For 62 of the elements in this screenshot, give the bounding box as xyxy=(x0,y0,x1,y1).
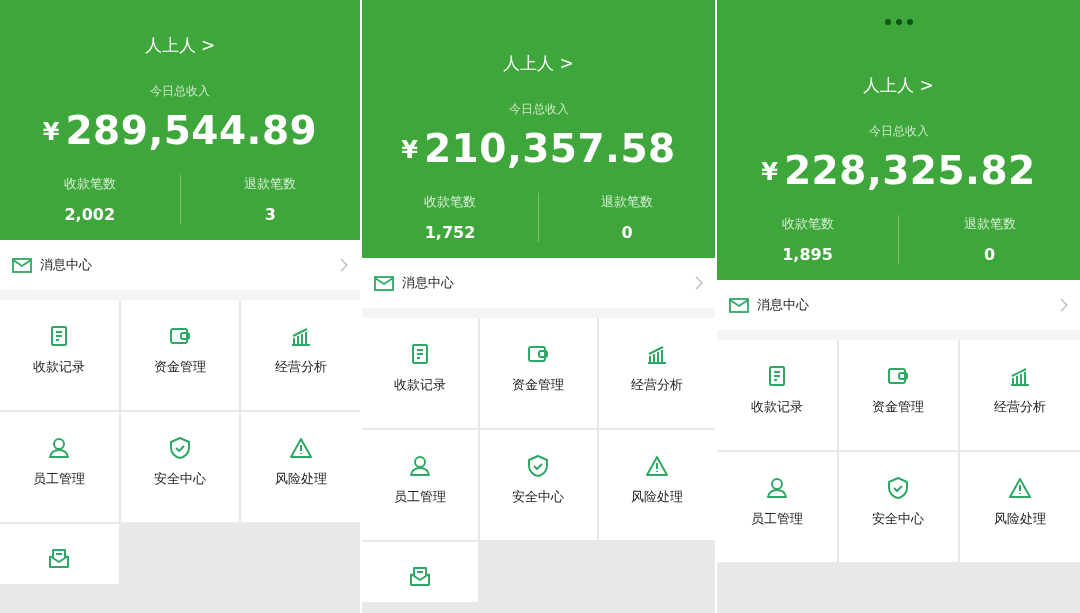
menu-tile[interactable]: 经营分析 xyxy=(241,300,360,410)
income-amount: 228,325.82 xyxy=(784,148,1036,193)
currency-symbol: ¥ xyxy=(42,118,60,146)
warning-icon xyxy=(288,436,313,460)
shield-icon xyxy=(526,454,551,478)
menu-tile[interactable]: 安全中心 xyxy=(480,430,597,540)
warning-icon xyxy=(1008,476,1033,500)
menu-tile[interactable]: 收款记录 xyxy=(717,340,837,450)
income-amount: 289,544.89 xyxy=(65,108,318,153)
stat-value: 0 xyxy=(983,245,996,264)
stat-label: 收款笔数 xyxy=(63,175,116,193)
menu-tile[interactable]: 安全中心 xyxy=(120,412,240,522)
currency-symbol: ¥ xyxy=(761,158,778,186)
menu-tile[interactable]: 资金管理 xyxy=(838,340,959,450)
open-envelope-icon xyxy=(47,546,72,570)
envelope-icon xyxy=(374,275,394,291)
menu-tile[interactable] xyxy=(0,524,119,584)
shield-icon xyxy=(886,476,911,500)
menu-tile[interactable]: 员工管理 xyxy=(0,412,119,522)
open-envelope-icon xyxy=(408,564,433,588)
income-label: 今日总收入 xyxy=(150,83,210,100)
stat-label: 收款笔数 xyxy=(424,193,476,211)
chevron-icon xyxy=(695,276,703,290)
stat-label: 退款笔数 xyxy=(963,215,1016,233)
menu-tile[interactable]: 安全中心 xyxy=(838,452,959,562)
shield-icon xyxy=(168,436,192,460)
menu-tile[interactable]: 员工管理 xyxy=(362,430,479,540)
stat-value: 2,002 xyxy=(64,205,116,224)
income-label: 今日总收入 xyxy=(868,123,929,140)
chevron-icon xyxy=(1060,298,1068,312)
person-icon xyxy=(408,454,433,478)
income-amount: 210,357.58 xyxy=(424,126,676,171)
stat-value: 0 xyxy=(621,223,633,242)
menu-tile[interactable]: 经营分析 xyxy=(598,318,715,428)
menu-tile[interactable]: 风险处理 xyxy=(241,412,360,522)
menu-tile[interactable]: 风险处理 xyxy=(960,452,1080,562)
stat-value: 1,752 xyxy=(424,223,476,242)
menu-tile[interactable]: 资金管理 xyxy=(120,300,240,410)
stat-value: 1,895 xyxy=(782,245,833,264)
menu-tile[interactable]: 风险处理 xyxy=(598,430,715,540)
stat-label: 收款笔数 xyxy=(781,215,834,233)
menu-tile[interactable] xyxy=(362,542,479,602)
message-center-row[interactable]: 消息中心 xyxy=(362,258,715,308)
envelope-icon xyxy=(729,297,749,313)
menu-tile[interactable]: 资金管理 xyxy=(480,318,597,428)
stat-label: 退款笔数 xyxy=(244,175,297,193)
currency-symbol: ¥ xyxy=(401,136,418,164)
person-icon xyxy=(47,436,72,460)
menu-tile[interactable]: 员工管理 xyxy=(717,452,837,562)
stat-value: 3 xyxy=(264,205,276,224)
menu-tile[interactable]: 收款记录 xyxy=(0,300,119,410)
warning-icon xyxy=(644,454,669,478)
message-center-row[interactable]: 消息中心 xyxy=(0,240,360,290)
menu-tile[interactable]: 收款记录 xyxy=(362,318,479,428)
more-icon[interactable] xyxy=(883,18,914,26)
stat-label: 退款笔数 xyxy=(601,193,653,211)
income-label: 今日总收入 xyxy=(508,101,569,118)
person-icon xyxy=(764,476,789,500)
message-center-row[interactable]: 消息中心 xyxy=(717,280,1080,330)
envelope-icon xyxy=(12,257,32,273)
chevron-icon xyxy=(340,258,348,272)
menu-tile[interactable]: 经营分析 xyxy=(960,340,1080,450)
